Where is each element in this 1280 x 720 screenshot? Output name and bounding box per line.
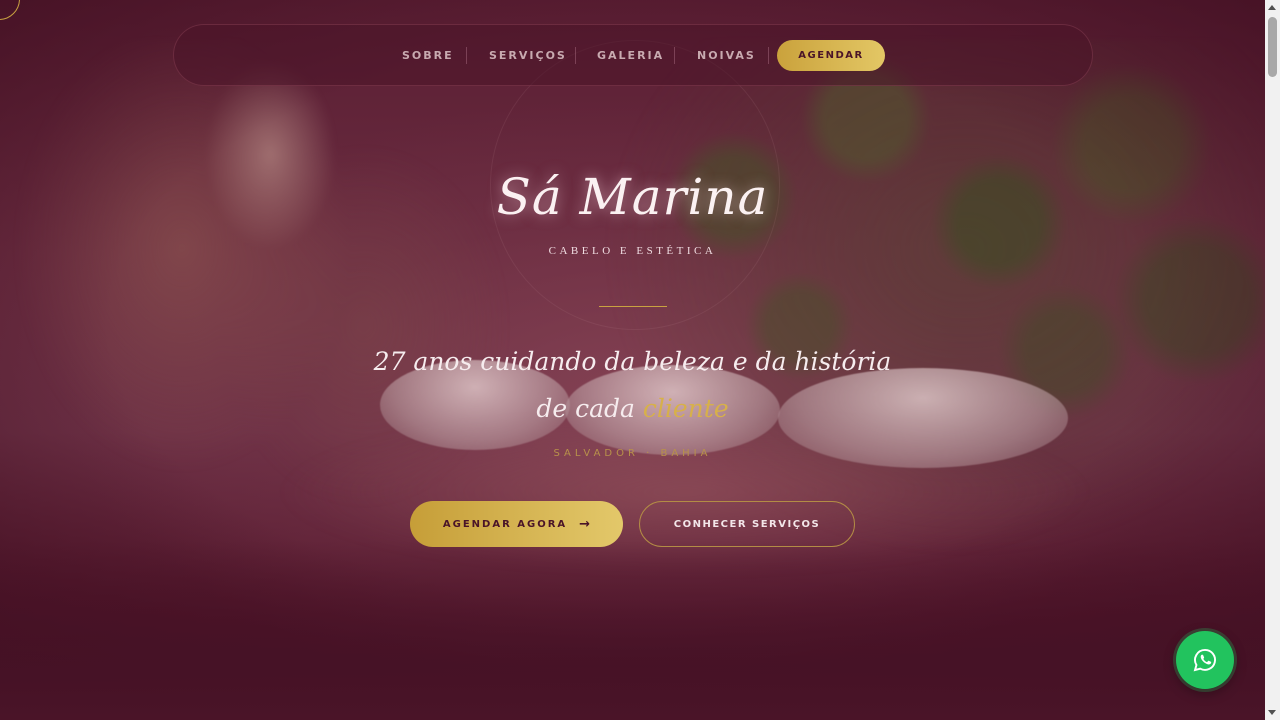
scroll-up-icon[interactable]	[1268, 5, 1276, 10]
nav-divider	[768, 47, 769, 64]
scroll-down-icon[interactable]	[1268, 710, 1276, 715]
nav-link-servicos[interactable]: SERVIÇOS	[489, 49, 567, 62]
nav-link-noivas[interactable]: NOIVAS	[697, 49, 756, 62]
brand-tagline: CABELO E ESTÉTICA	[548, 245, 717, 257]
nav-divider	[466, 47, 467, 64]
headline-text: 27 anos cuidando da beleza e da história…	[373, 347, 892, 423]
scrollbar-thumb[interactable]	[1268, 17, 1277, 77]
agendar-agora-label: AGENDAR AGORA	[442, 518, 568, 530]
nav-divider	[575, 47, 576, 64]
whatsapp-button[interactable]	[1176, 631, 1234, 689]
page-scrollbar[interactable]	[1265, 0, 1280, 720]
arrow-right-icon: →	[579, 516, 591, 532]
conhecer-servicos-button[interactable]: CONHECER SERVIÇOS	[639, 501, 855, 547]
whatsapp-icon	[1193, 648, 1216, 672]
gold-divider	[599, 306, 667, 307]
hero-headline: 27 anos cuidando da beleza e da história…	[360, 338, 905, 432]
hero-section: SOBRE SERVIÇOS GALERIA NOIVAS AGENDAR Sá…	[0, 0, 1265, 720]
hero-bottom-fade	[0, 540, 1265, 720]
brand-logo: Sá Marina	[496, 168, 769, 226]
location-label: SALVADOR · BAHIA	[553, 448, 712, 459]
headline-accent: cliente	[642, 394, 729, 423]
main-nav: SOBRE SERVIÇOS GALERIA NOIVAS AGENDAR	[173, 24, 1093, 86]
nav-link-sobre[interactable]: SOBRE	[402, 49, 454, 62]
nav-agendar-button[interactable]: AGENDAR	[777, 40, 885, 71]
agendar-agora-button[interactable]: AGENDAR AGORA →	[410, 501, 623, 547]
nav-link-galeria[interactable]: GALERIA	[597, 49, 664, 62]
nav-divider	[674, 47, 675, 64]
